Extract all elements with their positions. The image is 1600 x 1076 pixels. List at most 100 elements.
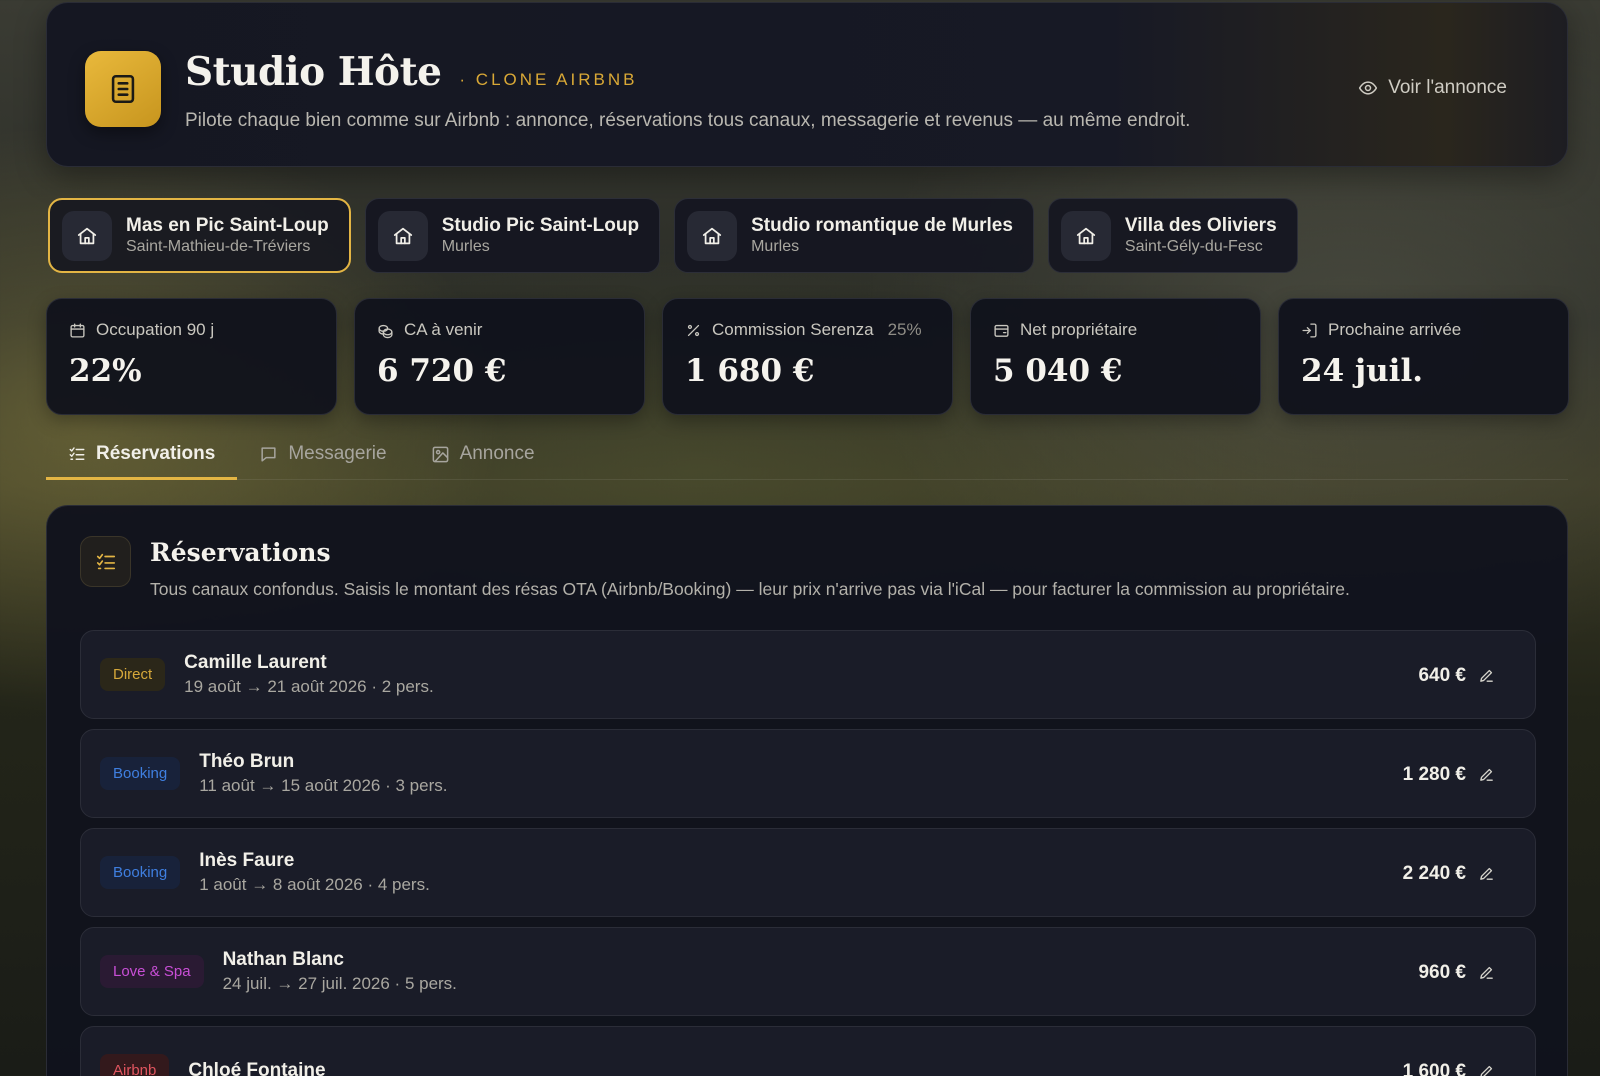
property-name: Studio romantique de Murles	[751, 214, 1013, 236]
app-subtitle: · CLONE AIRBNB	[459, 70, 638, 89]
image-icon	[432, 446, 448, 462]
login-icon	[1302, 322, 1317, 338]
list-check-icon	[69, 446, 85, 460]
property-name: Studio Pic Saint-Loup	[441, 214, 640, 236]
pencil-icon	[1480, 669, 1493, 682]
channel-badge: Airbnb	[100, 1054, 170, 1076]
panel-title: Réservations	[150, 538, 331, 567]
kpi-label: Commission Serenza	[712, 320, 874, 339]
app-logo	[85, 51, 161, 127]
coins-icon	[378, 324, 393, 338]
tab-reservations[interactable]: Réservations	[46, 430, 238, 480]
section-tabs: Réservations Messagerie Annonce	[46, 430, 1568, 480]
reservation-amount: 640 €	[1418, 631, 1495, 720]
kpi-label: Net propriétaire	[1020, 320, 1138, 339]
edit-amount-button[interactable]	[1478, 1063, 1495, 1076]
guest-name: Chloé Fontaine	[188, 1059, 326, 1076]
property-icon-box	[62, 210, 112, 261]
reservations-list: Direct Camille Laurent 19 août → 21 août…	[80, 630, 1536, 1076]
kpi-cards: Occupation 90 j 22% CA à venir 6 720 € C…	[46, 298, 1569, 415]
home-icon	[1076, 227, 1096, 244]
property-tab-studio-romantique-de-murles[interactable]: Studio romantique de Murles Murles	[674, 198, 1034, 273]
reservation-row[interactable]: Love & Spa Nathan Blanc 24 juil. → 27 ju…	[80, 927, 1536, 1016]
tab-label: Réservations	[96, 442, 216, 464]
stay-dates: 1 août → 8 août 2026 · 4 pers.	[199, 874, 430, 894]
app-header: Studio Hôte · CLONE AIRBNB Pilote chaque…	[46, 2, 1568, 167]
property-tab-mas-en-pic-saint-loup[interactable]: Mas en Pic Saint-Loup Saint-Mathieu-de-T…	[48, 198, 351, 273]
guest-name: Théo Brun	[199, 750, 295, 772]
property-city: Saint-Gély-du-Fesc	[1124, 237, 1263, 255]
reservation-amount: 960 €	[1418, 928, 1495, 1017]
reservation-amount: 1 280 €	[1403, 730, 1495, 819]
kpi-value: 1 680 €	[685, 353, 815, 389]
tab-messaging[interactable]: Messagerie	[237, 430, 408, 478]
stay-dates: 24 juil. → 27 juil. 2026 · 5 pers.	[222, 973, 457, 993]
edit-amount-button[interactable]	[1478, 865, 1495, 882]
kpi-rate: 25%	[887, 320, 922, 339]
edit-amount-button[interactable]	[1478, 964, 1495, 981]
property-icon-box	[377, 210, 428, 261]
reservation-row[interactable]: Airbnb Chloé Fontaine 1 600 €	[80, 1026, 1536, 1076]
pencil-icon	[1480, 966, 1493, 979]
tab-label: Messagerie	[288, 443, 387, 464]
kpi-label: Occupation 90 j	[96, 320, 215, 339]
kpi-next-arrival: Prochaine arrivée 24 juil.	[1278, 298, 1569, 415]
eye-icon	[1359, 81, 1378, 95]
pencil-icon	[1480, 1065, 1493, 1076]
edit-amount-button[interactable]	[1478, 667, 1495, 684]
channel-badge: Booking	[100, 757, 181, 790]
kpi-value: 5 040 €	[993, 353, 1123, 389]
amount-value: 640 €	[1418, 664, 1466, 686]
channel-badge: Love & Spa	[100, 955, 204, 988]
property-city: Saint-Mathieu-de-Tréviers	[126, 237, 311, 255]
reservation-amount: 2 240 €	[1403, 829, 1495, 918]
stay-dates: 19 août → 21 août 2026 · 2 pers.	[184, 676, 434, 696]
tab-listing[interactable]: Annonce	[409, 430, 557, 478]
home-icon	[393, 227, 412, 244]
kpi-label: Prochaine arrivée	[1328, 320, 1462, 339]
app-title: Studio Hôte	[185, 49, 442, 95]
guest-name: Camille Laurent	[184, 651, 327, 673]
reservation-row[interactable]: Booking Théo Brun 11 août → 15 août 2026…	[80, 729, 1536, 818]
percent-icon	[687, 324, 700, 336]
home-icon	[77, 227, 97, 244]
channel-badge: Booking	[100, 856, 181, 889]
amount-value: 1 280 €	[1402, 763, 1466, 785]
property-tabs: Mas en Pic Saint-Loup Saint-Mathieu-de-T…	[48, 198, 1298, 273]
kpi-upcoming-revenue: CA à venir 6 720 €	[354, 298, 645, 415]
reservations-panel: Réservations Tous canaux confondus. Sais…	[46, 505, 1568, 1076]
message-icon	[261, 446, 276, 462]
property-city: Murles	[441, 237, 490, 255]
list-check-icon	[96, 553, 115, 569]
kpi-value: 24 juil.	[1301, 353, 1424, 389]
pencil-icon	[1480, 768, 1493, 781]
amount-value: 960 €	[1418, 961, 1466, 983]
kpi-value: 22%	[69, 353, 142, 389]
property-name: Villa des Oliviers	[1124, 214, 1277, 236]
home-icon	[702, 227, 722, 244]
kpi-commission: Commission Serenza 25% 1 680 €	[662, 298, 953, 415]
calendar-icon	[70, 322, 85, 338]
app-description: Pilote chaque bien comme sur Airbnb : an…	[185, 110, 1191, 131]
channel-badge: Direct	[100, 658, 166, 691]
guest-name: Nathan Blanc	[222, 948, 344, 970]
reservation-amount: 1 600 €	[1403, 1027, 1495, 1076]
reservation-row[interactable]: Direct Camille Laurent 19 août → 21 août…	[80, 630, 1536, 719]
edit-amount-button[interactable]	[1478, 766, 1495, 783]
stay-dates: 11 août → 15 août 2026 · 3 pers.	[199, 775, 448, 795]
panel-description: Tous canaux confondus. Saisis le montant…	[150, 579, 1350, 599]
kpi-value: 6 720 €	[377, 353, 507, 389]
property-name: Mas en Pic Saint-Loup	[126, 214, 329, 236]
amount-value: 1 600 €	[1402, 1060, 1466, 1076]
kpi-label: CA à venir	[404, 320, 483, 339]
panel-icon-box	[80, 536, 131, 587]
property-icon-box	[1060, 210, 1111, 261]
property-tab-villa-des-oliviers[interactable]: Villa des Oliviers Saint-Gély-du-Fesc	[1047, 198, 1298, 273]
document-icon	[111, 74, 135, 104]
property-tab-studio-pic-saint-loup[interactable]: Studio Pic Saint-Loup Murles	[364, 198, 661, 273]
view-listing-button[interactable]: Voir l'annonce	[1358, 77, 1507, 99]
tab-label: Annonce	[459, 443, 535, 464]
reservation-row[interactable]: Booking Inès Faure 1 août → 8 août 2026 …	[80, 828, 1536, 917]
kpi-occupancy: Occupation 90 j 22%	[46, 298, 337, 415]
view-listing-label: Voir l'annonce	[1388, 77, 1507, 98]
